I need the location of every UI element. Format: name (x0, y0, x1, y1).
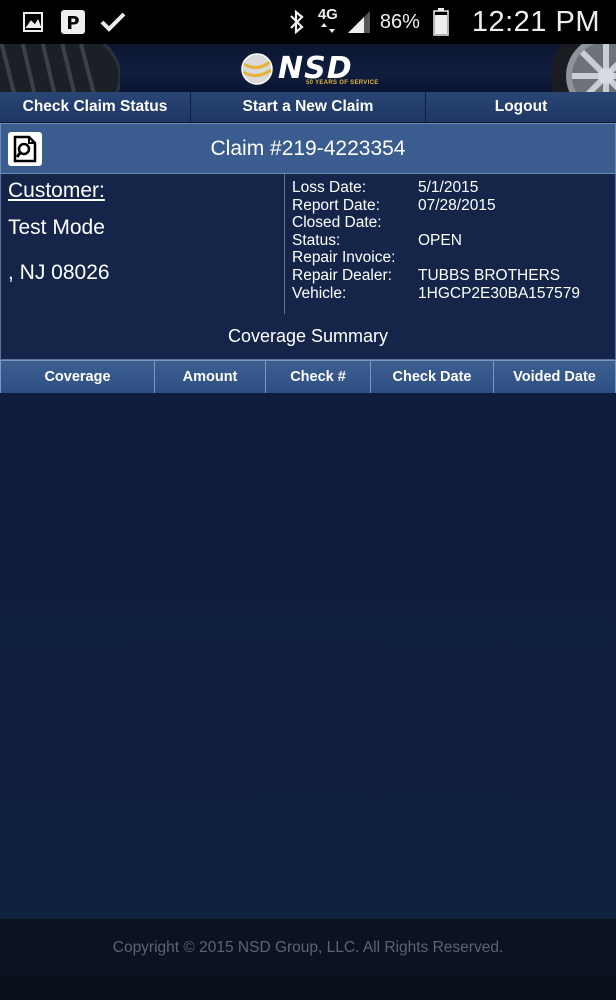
document-search-icon (13, 135, 37, 163)
coverage-summary-title: Coverage Summary (0, 314, 616, 360)
status-bar-notifications: P (0, 9, 126, 35)
detail-value: 07/28/2015 (418, 196, 496, 214)
detail-label: Report Date: (292, 196, 380, 214)
column-header-amount[interactable]: Amount (155, 361, 266, 393)
claim-details-panel: Loss Date: 5/1/2015 Report Date: 07/28/2… (285, 174, 615, 314)
claim-document-button[interactable] (8, 132, 42, 166)
customer-panel: Customer: Test Mode , NJ 08026 (1, 174, 285, 314)
detail-row-loss-date: Loss Date: 5/1/2015 (292, 179, 615, 197)
battery-icon (428, 8, 454, 36)
status-value: OPEN (418, 231, 462, 249)
main-nav: Check Claim Status Start a New Claim Log… (0, 92, 616, 123)
signal-icon (346, 9, 372, 35)
battery-percent: 86% (379, 10, 420, 33)
column-header-coverage[interactable]: Coverage (0, 361, 155, 393)
tire-right-graphic (551, 44, 616, 92)
customer-address: , NJ 08026 (8, 261, 110, 284)
detail-row-status: Status: OPEN (292, 232, 615, 250)
nsd-logo[interactable]: NSD 50 YEARS OF SERVICE (240, 50, 378, 88)
column-header-voided-date[interactable]: Voided Date (494, 361, 616, 393)
site-header: NSD 50 YEARS OF SERVICE (0, 44, 616, 92)
column-header-check-number[interactable]: Check # (266, 361, 371, 393)
nav-check-claim-status[interactable]: Check Claim Status (0, 92, 191, 122)
vehicle-vin: 1HGCP2E30BA157579 (418, 284, 581, 302)
claim-info-panel: Customer: Test Mode , NJ 08026 Loss Date… (0, 174, 616, 315)
status-bar-system: 4G 86% 12:21 PM (284, 6, 616, 39)
claim-header: Claim #219-4223354 (0, 123, 616, 174)
footer-copyright: Copyright © 2015 NSD Group, LLC. All Rig… (0, 919, 616, 977)
customer-name: Test Mode (8, 216, 105, 239)
detail-label: Repair Invoice: (292, 249, 396, 267)
detail-label: Vehicle: (292, 284, 347, 302)
parking-icon: P (60, 9, 86, 35)
detail-label: Loss Date: (292, 179, 367, 196)
detail-value: 5/1/2015 (418, 179, 479, 196)
detail-label: Closed Date: (292, 214, 382, 232)
globe-icon (241, 53, 273, 85)
detail-row-closed-date: Closed Date: (292, 214, 615, 232)
svg-text:P: P (66, 13, 79, 34)
coverage-table-body (0, 393, 616, 919)
customer-label: Customer: (8, 179, 105, 202)
logo-subtext: 50 YEARS OF SERVICE (306, 80, 379, 86)
detail-row-report-date: Report Date: 07/28/2015 (292, 197, 615, 215)
status-bar: P 4G 86% 12:21 PM (0, 0, 616, 44)
claim-title: Claim #219-4223354 (210, 136, 406, 160)
detail-row-repair-dealer: Repair Dealer: TUBBS BROTHERS (292, 267, 615, 285)
detail-value: TUBBS BROTHERS (418, 266, 561, 284)
gallery-icon (20, 9, 46, 35)
detail-row-vehicle: Vehicle: 1HGCP2E30BA157579 (292, 285, 615, 303)
nav-logout[interactable]: Logout (426, 92, 616, 122)
detail-label: Status: (292, 231, 341, 249)
clock: 12:21 PM (471, 5, 600, 38)
column-header-check-date[interactable]: Check Date (371, 361, 494, 393)
check-icon (100, 9, 126, 35)
bluetooth-icon (284, 9, 310, 35)
tire-left-graphic (0, 44, 120, 92)
detail-label: Repair Dealer: (292, 266, 392, 284)
detail-row-repair-invoice: Repair Invoice: (292, 249, 615, 267)
nav-start-new-claim[interactable]: Start a New Claim (191, 92, 426, 122)
coverage-table-header: Coverage Amount Check # Check Date Voide… (0, 360, 616, 394)
bottom-strip (0, 977, 616, 1000)
network-4g-icon: 4G (318, 7, 338, 36)
